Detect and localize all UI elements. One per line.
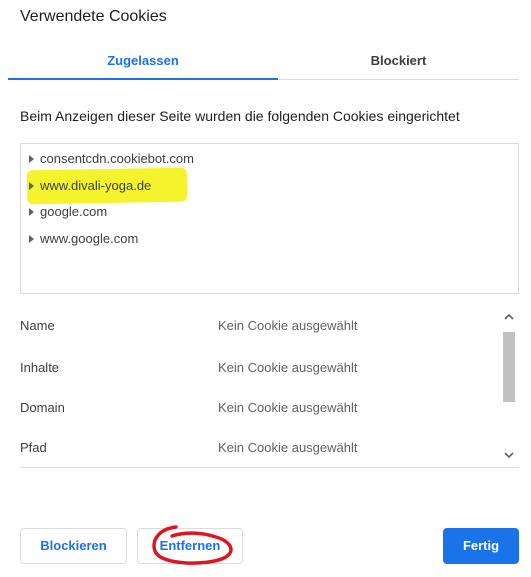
detail-value: Kein Cookie ausgewählt bbox=[218, 318, 358, 333]
tree-item-label: www.divali-yoga.de bbox=[40, 178, 152, 193]
detail-label: Name bbox=[20, 318, 55, 333]
detail-label: Pfad bbox=[20, 440, 47, 455]
tree-item-label: www.google.com bbox=[40, 231, 139, 246]
done-button[interactable]: Fertig bbox=[443, 528, 519, 564]
remove-button[interactable]: Entfernen bbox=[137, 528, 243, 564]
tree-item-consentcdn[interactable]: consentcdn.cookiebot.com bbox=[29, 148, 194, 170]
detail-value: Kein Cookie ausgewählt bbox=[218, 440, 358, 455]
triangle-right-icon bbox=[29, 235, 34, 243]
detail-row-domain: Domain Kein Cookie ausgewählt bbox=[20, 393, 490, 423]
triangle-right-icon bbox=[29, 182, 34, 190]
tab-blocked[interactable]: Blockiert bbox=[278, 50, 519, 80]
tree-item-divali-yoga[interactable]: www.divali-yoga.de bbox=[29, 175, 151, 197]
scroll-thumb[interactable] bbox=[503, 332, 515, 402]
detail-row-content: Inhalte Kein Cookie ausgewählt bbox=[20, 353, 490, 383]
active-tab-indicator bbox=[8, 78, 278, 80]
info-text: Beim Anzeigen dieser Seite wurden die fo… bbox=[20, 108, 460, 124]
block-button[interactable]: Blockieren bbox=[20, 528, 127, 564]
tree-item-google[interactable]: google.com bbox=[29, 201, 107, 223]
tab-allowed[interactable]: Zugelassen bbox=[8, 50, 278, 80]
tree-item-label: google.com bbox=[40, 204, 108, 219]
triangle-right-icon bbox=[29, 155, 34, 163]
detail-row-name: Name Kein Cookie ausgewählt bbox=[20, 311, 490, 341]
chevron-up-icon[interactable] bbox=[499, 310, 519, 328]
tree-item-www-google[interactable]: www.google.com bbox=[29, 228, 138, 250]
detail-label: Inhalte bbox=[20, 360, 60, 375]
triangle-right-icon bbox=[29, 208, 34, 216]
tree-item-label: consentcdn.cookiebot.com bbox=[40, 151, 194, 166]
chevron-down-icon[interactable] bbox=[499, 448, 519, 466]
details-scrollbar[interactable] bbox=[499, 310, 519, 466]
detail-row-path: Pfad Kein Cookie ausgewählt bbox=[20, 433, 490, 463]
detail-value: Kein Cookie ausgewählt bbox=[218, 400, 358, 415]
detail-value: Kein Cookie ausgewählt bbox=[218, 360, 358, 375]
cookie-details: Name Kein Cookie ausgewählt Inhalte Kein… bbox=[20, 306, 519, 468]
cookie-tree: consentcdn.cookiebot.com www.divali-yoga… bbox=[20, 143, 519, 294]
dialog-title: Verwendete Cookies bbox=[20, 8, 167, 25]
tab-bar: Zugelassen Blockiert bbox=[8, 50, 519, 80]
detail-label: Domain bbox=[20, 400, 65, 415]
divider bbox=[20, 467, 519, 468]
